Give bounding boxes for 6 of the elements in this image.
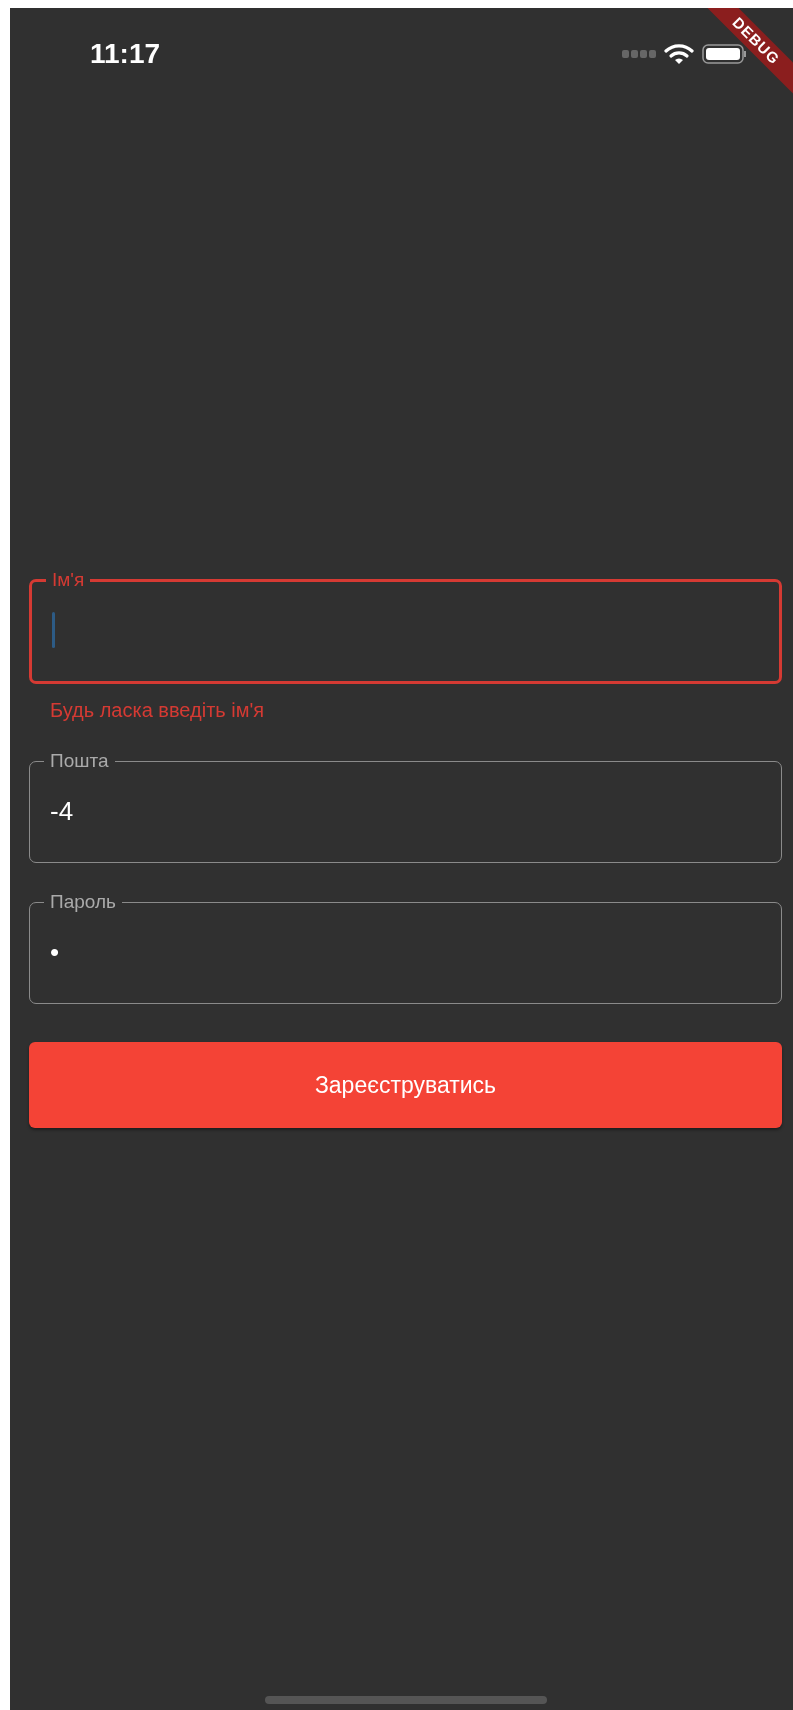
status-time: 11:17 — [90, 37, 161, 71]
wifi-icon — [664, 43, 694, 65]
signal-icon — [622, 50, 656, 58]
register-button[interactable]: Зареєструватись — [29, 1042, 782, 1128]
error-message: Будь ласка введіть ім'я — [49, 698, 266, 722]
text-cursor — [52, 612, 55, 648]
